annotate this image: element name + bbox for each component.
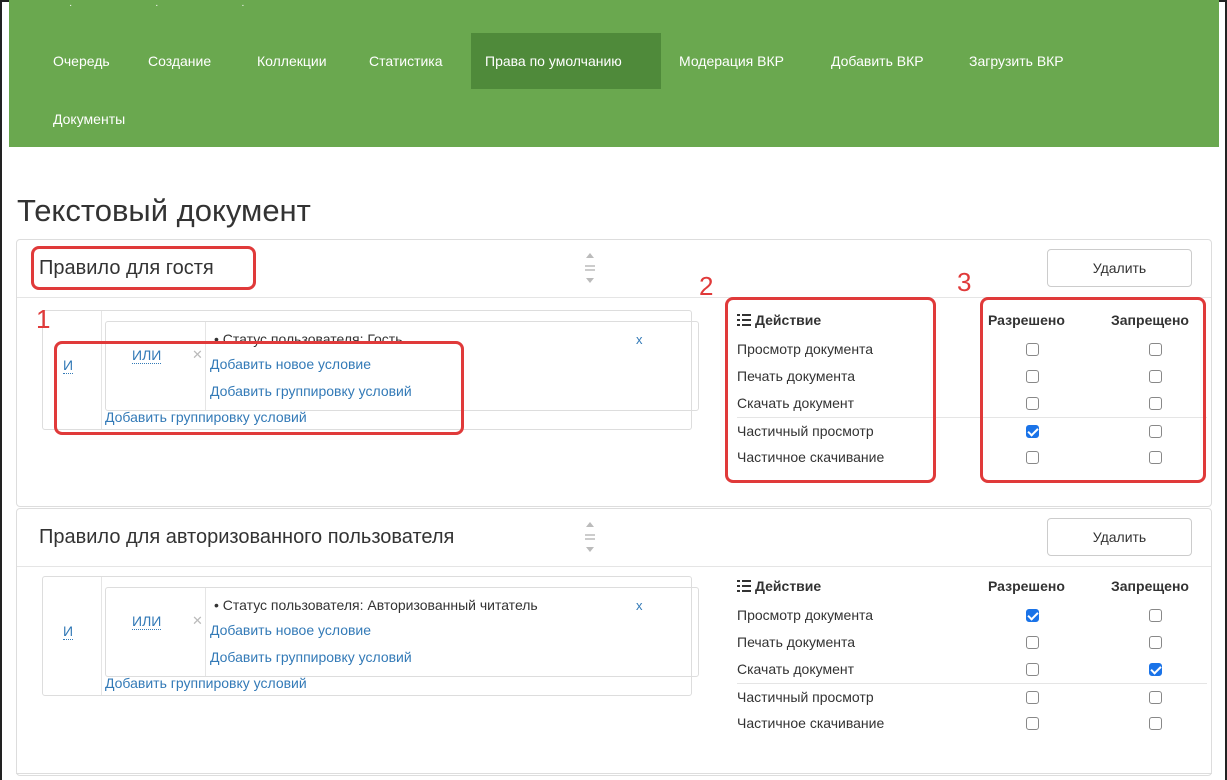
- rule-header: Правило для гостя Удалить: [17, 240, 1211, 298]
- denied-checkbox[interactable]: [1149, 425, 1162, 438]
- rule-title: Правило для авторизованного пользователя: [39, 526, 455, 548]
- allowed-checkbox[interactable]: [1026, 663, 1039, 676]
- denied-checkbox[interactable]: [1149, 370, 1162, 383]
- action-label: Частичное скачивание: [737, 449, 885, 465]
- conditions-box: И ИЛИ ✕ • Статус пользователя: Гость x Д…: [42, 310, 699, 430]
- add-group-link-outer[interactable]: Добавить группировку условий: [105, 675, 307, 691]
- page-title: Текстовый документ: [17, 193, 311, 228]
- or-operator-link[interactable]: ИЛИ: [132, 613, 162, 630]
- sort-handle-icon[interactable]: [585, 253, 595, 283]
- denied-checkbox[interactable]: [1149, 717, 1162, 730]
- action-header: Действие: [737, 312, 821, 328]
- nav-default-rights[interactable]: Права по умолчанию: [471, 33, 661, 89]
- action-label: Скачать документ: [737, 661, 855, 677]
- rule-title: Правило для гостя: [39, 257, 214, 279]
- nav-queue[interactable]: Очередь: [39, 33, 124, 89]
- divider: [101, 311, 102, 429]
- and-operator-link[interactable]: И: [63, 357, 74, 374]
- delete-rule-button[interactable]: Удалить: [1047, 518, 1192, 556]
- action-header: Действие: [737, 578, 821, 594]
- or-group: ИЛИ ✕ • Статус пользователя: Гость x Доб…: [105, 321, 699, 411]
- action-label: Частичное скачивание: [737, 715, 885, 731]
- nav-add-vkr[interactable]: Добавить ВКР: [817, 33, 938, 89]
- action-label: Скачать документ: [737, 395, 855, 411]
- allowed-checkbox[interactable]: [1026, 717, 1039, 730]
- nav-create[interactable]: Создание: [134, 33, 225, 89]
- allowed-checkbox[interactable]: [1026, 343, 1039, 356]
- denied-header: Запрещено: [1111, 578, 1189, 594]
- remove-group-icon[interactable]: ✕: [192, 613, 203, 629]
- allowed-header: Разрешено: [988, 578, 1065, 594]
- allowed-checkbox[interactable]: [1026, 636, 1039, 649]
- denied-checkbox[interactable]: [1149, 451, 1162, 464]
- add-condition-link[interactable]: Добавить новое условие: [210, 622, 371, 638]
- action-label: Просмотр документа: [737, 607, 874, 623]
- denied-header: Запрещено: [1111, 312, 1189, 328]
- denied-checkbox[interactable]: [1149, 691, 1162, 704]
- action-label: Печать документа: [737, 368, 856, 384]
- divider: [205, 322, 206, 410]
- nav-upload-vkr[interactable]: Загрузить ВКР: [955, 33, 1078, 89]
- denied-checkbox[interactable]: [1149, 663, 1162, 676]
- action-row: Печать документа: [737, 629, 1207, 656]
- sort-handle-icon[interactable]: [585, 522, 595, 552]
- condition-item: • Статус пользователя: Гость: [214, 331, 403, 347]
- remove-condition-icon[interactable]: x: [636, 598, 643, 613]
- annotation-number: 3: [957, 267, 972, 297]
- nav-moderation[interactable]: Модерация ВКР: [665, 33, 798, 89]
- allowed-checkbox[interactable]: [1026, 691, 1039, 704]
- or-operator-link[interactable]: ИЛИ: [132, 347, 162, 364]
- action-row: Частичное скачивание: [737, 710, 1207, 737]
- remove-group-icon[interactable]: ✕: [192, 347, 203, 363]
- list-icon: [737, 580, 751, 592]
- nav-statistics[interactable]: Статистика: [355, 33, 457, 89]
- allowed-header: Разрешено: [988, 312, 1065, 328]
- action-row: Частичный просмотр: [737, 417, 1207, 444]
- action-row: Частичный просмотр: [737, 683, 1207, 710]
- remove-condition-icon[interactable]: x: [636, 332, 643, 347]
- action-row: Просмотр документа: [737, 602, 1207, 629]
- add-group-link-inner[interactable]: Добавить группировку условий: [210, 649, 412, 665]
- action-row: Скачать документ: [737, 390, 1207, 417]
- condition-item: • Статус пользователя: Авторизованный чи…: [214, 597, 538, 613]
- delete-rule-button[interactable]: Удалить: [1047, 249, 1192, 287]
- allowed-checkbox[interactable]: [1026, 370, 1039, 383]
- action-row: Частичное скачивание: [737, 444, 1207, 471]
- action-row: Скачать документ: [737, 656, 1207, 683]
- divider: [205, 588, 206, 676]
- allowed-checkbox[interactable]: [1026, 397, 1039, 410]
- action-row: Просмотр документа: [737, 336, 1207, 363]
- denied-checkbox[interactable]: [1149, 609, 1162, 622]
- top-navbar: · · · Очередь Создание Коллекции Статист…: [9, 0, 1219, 147]
- top-dots: · · ·: [69, 0, 285, 11]
- allowed-checkbox[interactable]: [1026, 425, 1039, 438]
- nav-documents[interactable]: Документы: [39, 91, 139, 147]
- action-label: Частичный просмотр: [737, 423, 874, 439]
- divider: [101, 577, 102, 695]
- conditions-box: И ИЛИ ✕ • Статус пользователя: Авторизов…: [42, 576, 699, 696]
- denied-checkbox[interactable]: [1149, 343, 1162, 356]
- denied-checkbox[interactable]: [1149, 397, 1162, 410]
- nav-collections[interactable]: Коллекции: [243, 33, 341, 89]
- action-label: Просмотр документа: [737, 341, 874, 357]
- add-group-link-inner[interactable]: Добавить группировку условий: [210, 383, 412, 399]
- rule-header: Правило для авторизованного пользователя…: [17, 509, 1211, 567]
- add-condition-link[interactable]: Добавить новое условие: [210, 356, 371, 372]
- allowed-checkbox[interactable]: [1026, 609, 1039, 622]
- action-row: Печать документа: [737, 363, 1207, 390]
- rule-panel-authorized: Правило для авторизованного пользователя…: [16, 508, 1212, 776]
- or-group: ИЛИ ✕ • Статус пользователя: Авторизован…: [105, 587, 699, 677]
- denied-checkbox[interactable]: [1149, 636, 1162, 649]
- add-group-link-outer[interactable]: Добавить группировку условий: [105, 409, 307, 425]
- annotation-number: 2: [699, 271, 714, 301]
- list-icon: [737, 314, 751, 326]
- action-label: Частичный просмотр: [737, 689, 874, 705]
- annotation-number: 1: [36, 304, 51, 334]
- rule-panel-guest: Правило для гостя Удалить И ИЛИ ✕ • Стат…: [16, 239, 1212, 507]
- and-operator-link[interactable]: И: [63, 623, 74, 640]
- divider: [16, 773, 1212, 774]
- allowed-checkbox[interactable]: [1026, 451, 1039, 464]
- action-label: Печать документа: [737, 634, 856, 650]
